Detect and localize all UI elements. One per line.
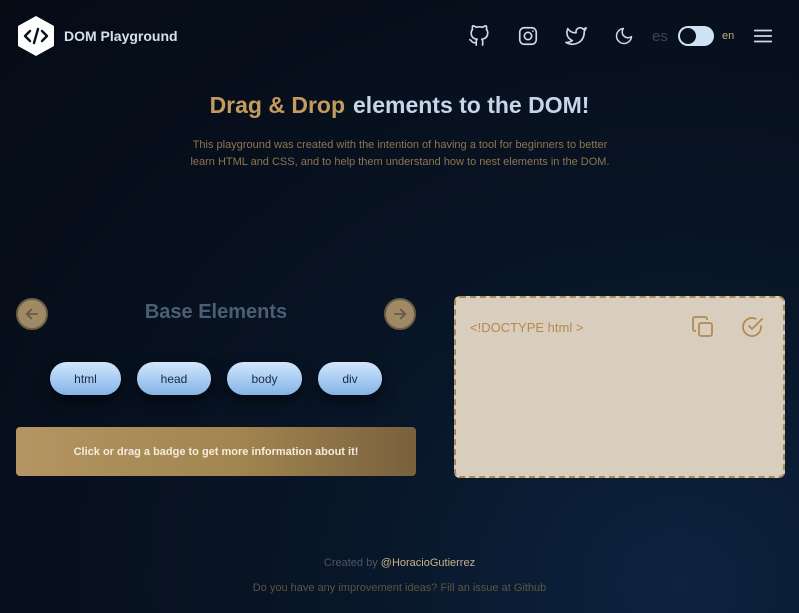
doctype-text: <!DOCTYPE html > [470, 320, 584, 335]
hero-description: This playground was created with the int… [190, 139, 610, 168]
logo-icon[interactable] [18, 16, 54, 56]
prev-arrow-button[interactable] [16, 298, 48, 330]
footer-ideas[interactable]: Do you have any improvement ideas? Fill … [0, 582, 799, 594]
lang-en-label[interactable]: en [722, 30, 734, 42]
copy-icon[interactable] [690, 314, 716, 340]
menu-icon[interactable] [751, 24, 775, 48]
info-bar[interactable]: Click or drag a badge to get more inform… [16, 427, 416, 476]
arrow-right-icon [393, 308, 407, 320]
next-arrow-button[interactable] [384, 298, 416, 330]
dom-dropzone[interactable]: <!DOCTYPE html > [454, 296, 785, 478]
lang-es-label[interactable]: es [652, 28, 668, 45]
hero-title-accent: Drag & Drop [209, 92, 346, 118]
check-circle-icon[interactable] [739, 314, 765, 340]
hero-title: Drag & Drop elements to the DOM! [0, 92, 799, 119]
author-link[interactable]: @HoracioGutierrez [381, 557, 475, 569]
header: DOM Playground es en [0, 0, 799, 72]
app-title[interactable]: DOM Playground [64, 28, 178, 44]
language-toggle[interactable] [678, 26, 714, 46]
github-icon[interactable] [467, 24, 491, 48]
badge-div[interactable]: div [318, 362, 382, 395]
badge-body[interactable]: body [227, 362, 302, 395]
arrow-left-icon [25, 308, 39, 320]
moon-icon[interactable] [612, 24, 636, 48]
footer-credit-prefix: Created by [323, 557, 378, 569]
twitter-icon[interactable] [564, 24, 588, 48]
instagram-icon[interactable] [516, 24, 540, 48]
section-title: Base Elements [144, 301, 288, 323]
hero-title-rest: elements to the DOM! [353, 92, 590, 118]
badge-html[interactable]: html [50, 362, 121, 395]
badge-head[interactable]: head [137, 362, 211, 395]
toggle-knob [680, 28, 696, 44]
footer-credit: Created by @HoracioGutierrez [0, 557, 799, 569]
